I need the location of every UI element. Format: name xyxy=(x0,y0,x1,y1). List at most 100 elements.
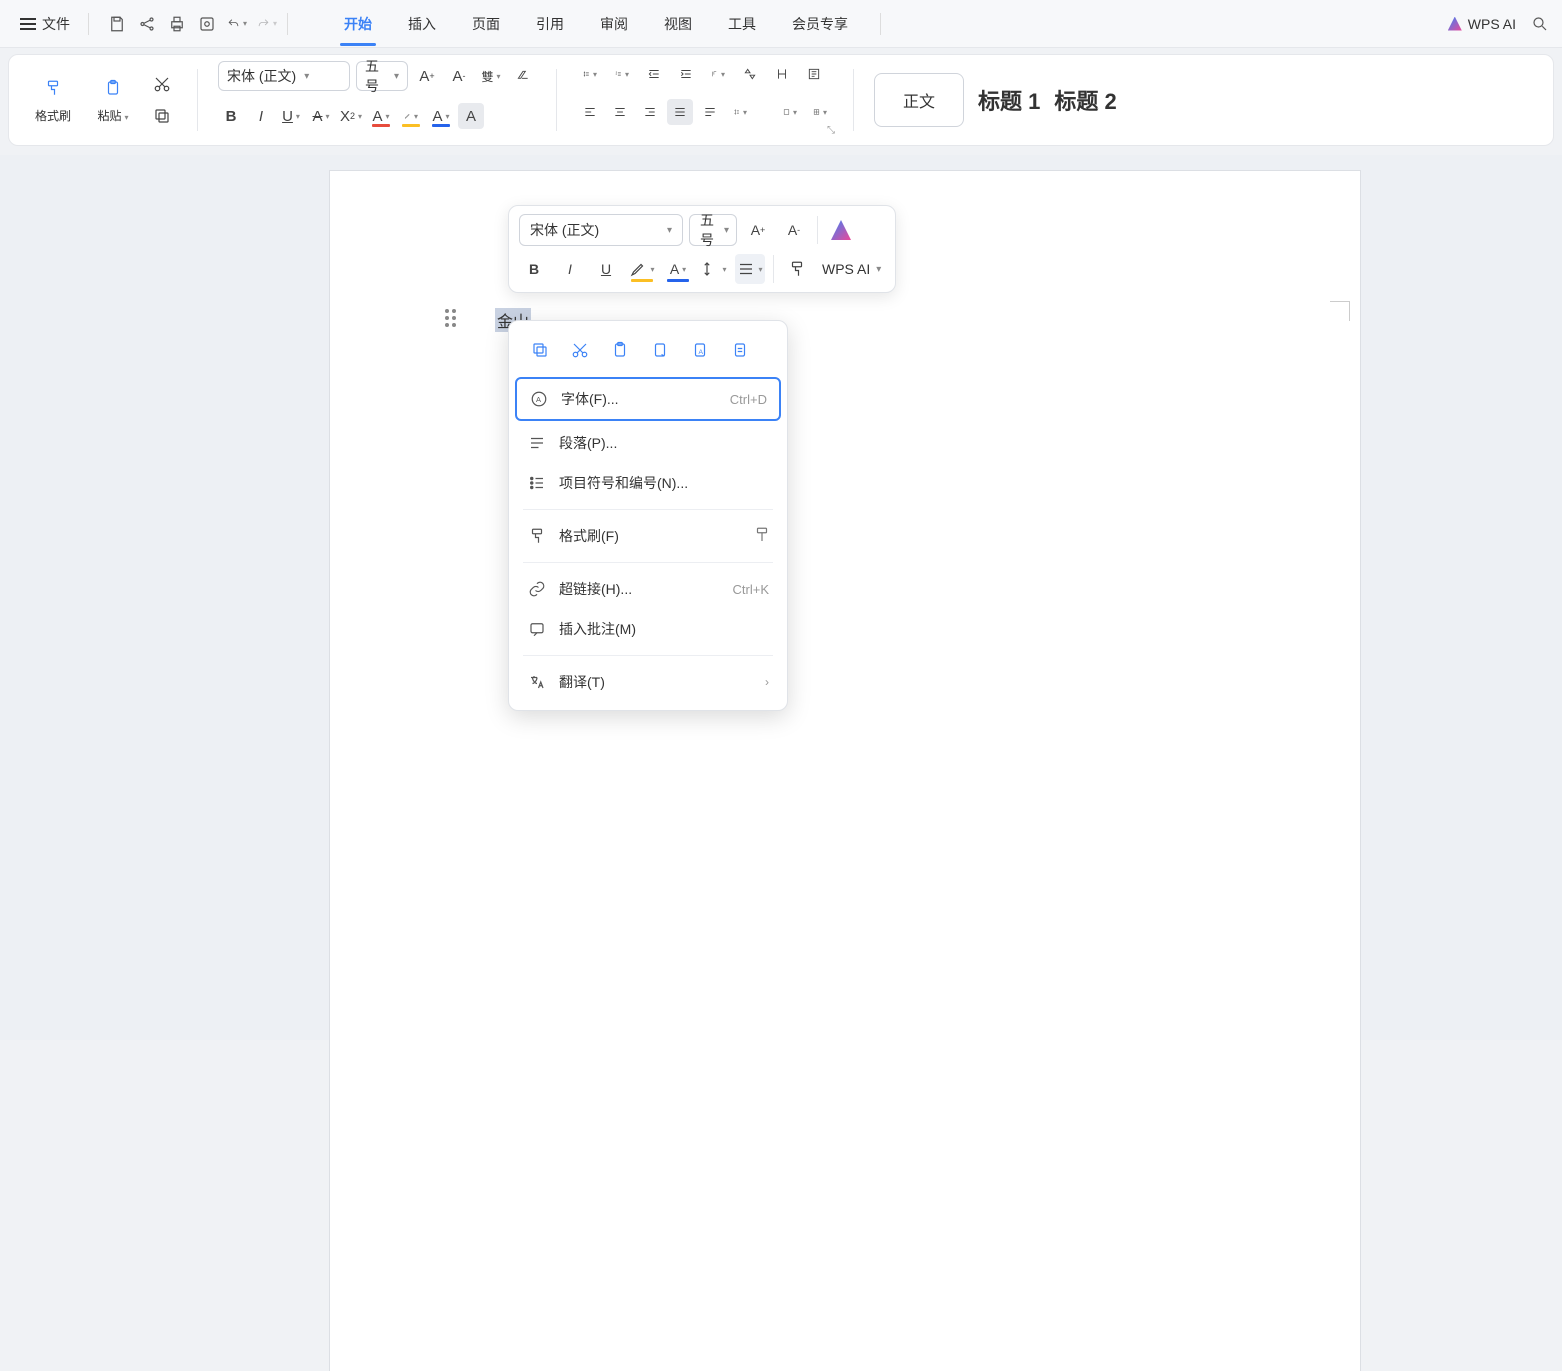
mini-decrease-font-button[interactable]: A- xyxy=(779,215,809,245)
line-spacing-button[interactable] xyxy=(727,99,753,125)
ctx-copy-icon[interactable] xyxy=(527,337,553,363)
increase-font-button[interactable]: A+ xyxy=(414,63,440,89)
copy-button[interactable] xyxy=(147,103,177,129)
document-page[interactable] xyxy=(330,171,1360,1371)
clipboard-group: 格式刷 粘贴 xyxy=(19,61,185,139)
align-justify-button[interactable] xyxy=(667,99,693,125)
tab-member[interactable]: 会员专享 xyxy=(788,2,852,46)
format-painter-label: 格式刷 xyxy=(35,107,71,124)
borders-button[interactable] xyxy=(807,99,833,125)
ctx-comment-label: 插入批注(M) xyxy=(559,619,636,639)
ctx-translate-item[interactable]: 翻译(T) › xyxy=(509,662,787,702)
mini-font-size-combo[interactable]: 五号 ▾ xyxy=(689,214,737,246)
ctx-comment-item[interactable]: 插入批注(M) xyxy=(509,609,787,649)
bold-button[interactable]: B xyxy=(218,103,244,129)
character-shading-button[interactable]: A xyxy=(458,103,484,129)
font-color-button[interactable]: A xyxy=(368,103,394,129)
italic-button[interactable]: I xyxy=(248,103,274,129)
ctx-paste-format-icon[interactable] xyxy=(647,337,673,363)
decrease-font-button[interactable]: A- xyxy=(446,63,472,89)
ctx-hyperlink-item[interactable]: 超链接(H)... Ctrl+K xyxy=(509,569,787,609)
paste-icon xyxy=(104,77,122,103)
tab-page[interactable]: 页面 xyxy=(468,2,504,46)
superscript-button[interactable]: X2 xyxy=(338,103,364,129)
topbar-left: 文件 xyxy=(12,10,292,38)
align-center-button[interactable] xyxy=(607,99,633,125)
file-menu-button[interactable]: 文件 xyxy=(12,10,78,38)
ctx-paragraph-item[interactable]: 段落(P)... xyxy=(509,423,787,463)
text-direction-button[interactable] xyxy=(705,61,731,87)
font-name-combo[interactable]: 宋体 (正文) ▾ xyxy=(218,61,350,91)
ribbon-tabs: 开始 插入 页面 引用 审阅 视图 工具 会员专享 xyxy=(340,2,852,46)
undo-button[interactable] xyxy=(227,14,247,34)
ctx-paste-list-icon[interactable] xyxy=(727,337,753,363)
align-left-button[interactable] xyxy=(577,99,603,125)
mini-underline-button[interactable]: U xyxy=(591,254,621,284)
paragraph-marks-button[interactable] xyxy=(801,61,827,87)
mini-toolbar: 宋体 (正文) ▾ 五号 ▾ A+ A- B I U A WPS AI ▾ xyxy=(508,205,896,293)
mini-align-button[interactable] xyxy=(735,254,765,284)
ctx-paste-icon[interactable] xyxy=(607,337,633,363)
redo-button[interactable] xyxy=(257,14,277,34)
style-heading1[interactable]: 标题 1 xyxy=(978,84,1040,116)
format-painter-icon xyxy=(44,77,62,103)
distribute-button[interactable] xyxy=(697,99,723,125)
strikethrough-button[interactable]: A xyxy=(308,103,334,129)
shading-button[interactable] xyxy=(777,99,803,125)
print-preview-icon[interactable] xyxy=(197,14,217,34)
increase-indent-button[interactable] xyxy=(673,61,699,87)
tab-references[interactable]: 引用 xyxy=(532,2,568,46)
mini-ai-icon[interactable] xyxy=(826,215,856,245)
style-normal[interactable]: 正文 xyxy=(874,73,964,127)
mini-italic-button[interactable]: I xyxy=(555,254,585,284)
print-icon[interactable] xyxy=(167,14,187,34)
mini-increase-font-button[interactable]: A+ xyxy=(743,215,773,245)
tab-view[interactable]: 视图 xyxy=(660,2,696,46)
mini-highlight-button[interactable] xyxy=(627,254,657,284)
style-heading2[interactable]: 标题 2 xyxy=(1054,84,1116,116)
font-color2-button[interactable]: A xyxy=(428,103,454,129)
tab-tools[interactable]: 工具 xyxy=(724,2,760,46)
mini-line-spacing-button[interactable] xyxy=(699,254,729,284)
search-icon[interactable] xyxy=(1530,14,1550,34)
numbered-list-button[interactable]: 12 xyxy=(609,61,635,87)
phonetic-guide-button[interactable]: 雙 xyxy=(478,63,504,89)
underline-button[interactable]: U xyxy=(278,103,304,129)
ctx-font-item[interactable]: A 字体(F)... Ctrl+D xyxy=(515,377,781,421)
tab-home[interactable]: 开始 xyxy=(340,2,376,46)
mini-wps-ai-button[interactable]: WPS AI ▾ xyxy=(818,261,885,277)
wps-ai-label: WPS AI xyxy=(1468,16,1516,32)
sort-button[interactable] xyxy=(737,61,763,87)
mini-font-name-combo[interactable]: 宋体 (正文) ▾ xyxy=(519,214,683,246)
paragraph-dialog-launcher[interactable]: ⤡ xyxy=(827,125,835,136)
topbar-right: WPS AI xyxy=(1448,14,1550,34)
tab-review[interactable]: 审阅 xyxy=(596,2,632,46)
ctx-format-painter-label: 格式刷(F) xyxy=(559,526,619,546)
clear-formatting-button[interactable] xyxy=(510,63,536,89)
ctx-paste-text-icon[interactable]: A xyxy=(687,337,713,363)
top-bar: 文件 开始 插入 页面 引用 审阅 视图 工具 会员专享 WPS AI xyxy=(0,0,1562,48)
mini-format-painter-button[interactable] xyxy=(782,254,812,284)
align-right-button[interactable] xyxy=(637,99,663,125)
save-icon[interactable] xyxy=(107,14,127,34)
ctx-format-painter-item[interactable]: 格式刷(F) xyxy=(509,516,787,556)
share-icon[interactable] xyxy=(137,14,157,34)
drag-handle-icon[interactable] xyxy=(445,309,456,327)
wps-ai-button[interactable]: WPS AI xyxy=(1448,16,1516,32)
highlight-button[interactable] xyxy=(398,103,424,129)
format-painter-pin-icon[interactable] xyxy=(753,526,771,547)
ctx-bullets-item[interactable]: 项目符号和编号(N)... xyxy=(509,463,787,503)
bullet-list-button[interactable] xyxy=(577,61,603,87)
margin-mark-icon xyxy=(1330,301,1350,321)
format-painter-menu-icon xyxy=(527,526,547,546)
mini-bold-button[interactable]: B xyxy=(519,254,549,284)
tab-insert[interactable]: 插入 xyxy=(404,2,440,46)
decrease-indent-button[interactable] xyxy=(641,61,667,87)
show-marks-button[interactable] xyxy=(769,61,795,87)
paste-button[interactable]: 粘贴 xyxy=(87,77,139,124)
font-size-combo[interactable]: 五号 ▾ xyxy=(356,61,408,91)
mini-font-color-button[interactable]: A xyxy=(663,254,693,284)
format-painter-button[interactable]: 格式刷 xyxy=(27,77,79,124)
ctx-cut-icon[interactable] xyxy=(567,337,593,363)
cut-button[interactable] xyxy=(147,71,177,97)
